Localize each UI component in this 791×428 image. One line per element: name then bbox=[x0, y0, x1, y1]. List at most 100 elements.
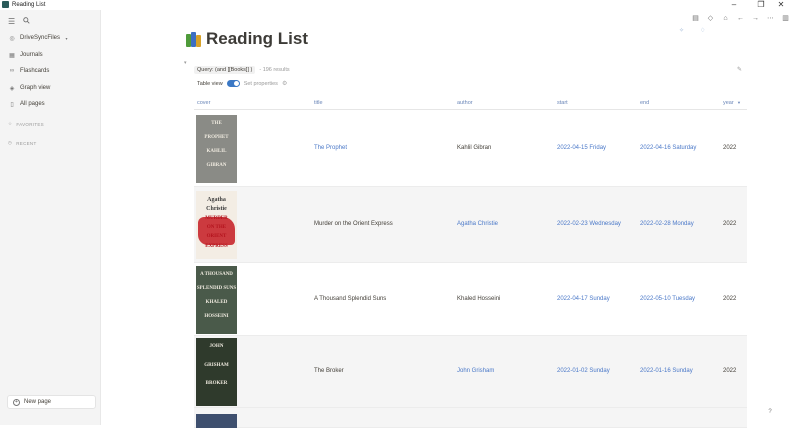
sidebar-item-graph-view[interactable]: ◈ Graph view bbox=[8, 82, 51, 94]
cover-text: GRISHAM bbox=[204, 362, 229, 368]
page-title: Reading List bbox=[186, 28, 308, 50]
table-body: THE PROPHET KAHLIL GIBRAN The Prophet Kahlil … bbox=[194, 110, 747, 428]
new-page-button[interactable]: + New page bbox=[7, 395, 96, 409]
start-date-cell[interactable]: 2022-01-02 Sunday bbox=[557, 368, 610, 374]
book-author-cell[interactable]: John Grisham bbox=[457, 368, 494, 374]
more-icon[interactable]: ⋯ bbox=[765, 13, 776, 25]
table-row: JOHN GRISHAM BROKER The Broker John Grisham 2… bbox=[194, 336, 747, 408]
recent-section[interactable]: ◷ RECENT bbox=[8, 140, 37, 146]
column-header-cover[interactable]: cover bbox=[197, 100, 210, 106]
sidebar-item-flashcards[interactable]: ∞ Flashcards bbox=[8, 65, 49, 77]
book-title-cell: A Thousand Splendid Suns bbox=[314, 296, 387, 302]
book-cover-image[interactable]: JOHN GRISHAM BROKER bbox=[196, 338, 237, 406]
cover-text: Christie bbox=[206, 206, 227, 213]
table-row: Agatha Christie MURDER ON THE ORIENT EXPRESS M… bbox=[194, 187, 747, 263]
start-date-cell[interactable]: 2022-02-23 Wednesday bbox=[557, 221, 621, 227]
window-title: Reading List bbox=[12, 2, 46, 8]
favorites-section[interactable]: ☆ FAVORITES bbox=[8, 121, 44, 127]
column-header-author[interactable]: author bbox=[457, 100, 473, 106]
sidebar-item-label: Graph view bbox=[20, 85, 51, 91]
star-icon: ☆ bbox=[8, 121, 13, 126]
book-cover-image[interactable]: A THOUSAND SPLENDID SUNS KHALED HOSSEINI bbox=[196, 266, 237, 334]
collapse-arrow-icon[interactable]: ▾ bbox=[184, 60, 187, 66]
sidebar-item-all-pages[interactable]: ▯ All pages bbox=[8, 98, 45, 110]
minimize-button[interactable]: – bbox=[726, 0, 742, 10]
books-icon bbox=[186, 31, 202, 47]
cover-art bbox=[198, 217, 235, 245]
table-view-controls: Table view Set properties ⚙ bbox=[197, 79, 287, 88]
sidebar-toolbar: ☰ bbox=[8, 15, 30, 27]
year-cell: 2022 bbox=[723, 145, 737, 151]
query-header: Query: (and [[Books]] ) - 196 results bbox=[194, 64, 290, 75]
arrow-left-icon[interactable]: ← bbox=[735, 13, 746, 25]
table-view-toggle[interactable] bbox=[226, 80, 240, 87]
calendar-icon: ▦ bbox=[9, 52, 15, 59]
home-icon[interactable]: ⌂ bbox=[720, 13, 731, 25]
new-page-label: New page bbox=[24, 399, 52, 405]
cover-text: PROPHET bbox=[204, 135, 229, 140]
clock-icon: ◷ bbox=[8, 140, 13, 145]
sidebar-item-journals[interactable]: ▦ Journals bbox=[8, 49, 43, 61]
app-logo-icon bbox=[2, 1, 9, 8]
cover-text: MURDER bbox=[205, 215, 228, 221]
bookmark-icon[interactable]: ♢ bbox=[700, 27, 705, 34]
end-date-cell[interactable]: 2022-05-10 Tuesday bbox=[640, 296, 695, 302]
plus-icon: + bbox=[13, 398, 20, 406]
book-title-cell[interactable]: The Prophet bbox=[314, 145, 347, 151]
pages-icon: ▯ bbox=[10, 101, 14, 108]
infinity-icon: ∞ bbox=[9, 68, 15, 74]
column-header-start[interactable]: start bbox=[557, 100, 568, 106]
column-header-end[interactable]: end bbox=[640, 100, 649, 106]
end-date-cell[interactable]: 2022-01-16 Sunday bbox=[640, 368, 693, 374]
table-header: cover title author start end year ▼ bbox=[194, 96, 747, 110]
graph-icon: ◈ bbox=[9, 85, 15, 92]
help-icon[interactable]: ? bbox=[765, 407, 775, 417]
column-header-title[interactable]: title bbox=[314, 100, 323, 106]
pin-icon[interactable]: ✧ bbox=[679, 27, 684, 34]
cover-text: HOSSEINI bbox=[204, 314, 229, 319]
end-date-cell[interactable]: 2022-02-28 Monday bbox=[640, 221, 694, 227]
end-date-cell[interactable]: 2022-04-16 Saturday bbox=[640, 145, 696, 151]
cover-text: SPLENDID SUNS bbox=[196, 286, 237, 291]
cover-text: EXPRESS bbox=[205, 243, 228, 249]
cover-text: ON THE bbox=[206, 225, 227, 230]
book-author-cell[interactable]: Agatha Christie bbox=[457, 221, 498, 227]
table-row bbox=[194, 408, 747, 428]
book-author-cell: Khaled Hosseini bbox=[457, 296, 501, 302]
gear-icon[interactable]: ⚙ bbox=[282, 80, 287, 87]
start-date-cell[interactable]: 2022-04-17 Sunday bbox=[557, 296, 610, 302]
cover-text: GIBRAN bbox=[206, 163, 227, 168]
edit-icon[interactable]: ✎ bbox=[737, 66, 742, 73]
search-icon[interactable] bbox=[23, 16, 30, 26]
query-result-count: - 196 results bbox=[259, 66, 290, 73]
maximize-button[interactable]: ❐ bbox=[753, 0, 769, 10]
arrow-right-icon[interactable]: → bbox=[750, 13, 761, 25]
set-properties-link[interactable]: Set properties bbox=[244, 81, 278, 87]
sidebar-item-label: All pages bbox=[20, 101, 45, 107]
database-icon: ◎ bbox=[9, 35, 15, 42]
book-author-cell: Kahlil Gibran bbox=[457, 145, 492, 151]
cover-text: THE bbox=[211, 121, 222, 126]
sort-desc-icon[interactable]: ▼ bbox=[737, 100, 741, 105]
cover-text: A THOUSAND bbox=[200, 272, 233, 277]
table-view-label: Table view bbox=[197, 80, 223, 87]
close-button[interactable]: ✕ bbox=[773, 0, 789, 10]
query-expression[interactable]: Query: (and [[Books]] ) bbox=[194, 65, 256, 74]
table-row: THE PROPHET KAHLIL GIBRAN The Prophet Kahlil … bbox=[194, 110, 747, 187]
book-cover-image[interactable]: THE PROPHET KAHLIL GIBRAN bbox=[196, 115, 237, 183]
column-header-year[interactable]: year bbox=[723, 100, 734, 106]
sidebar-item-label: Flashcards bbox=[20, 68, 50, 74]
workspace-selector[interactable]: ◎ DriveSyncFiles ▾ bbox=[8, 32, 69, 44]
book-cover-image[interactable] bbox=[196, 414, 237, 428]
year-cell: 2022 bbox=[723, 221, 737, 227]
menu-icon[interactable]: ☰ bbox=[8, 17, 15, 26]
book-cover-image[interactable]: Agatha Christie MURDER ON THE ORIENT EXPRESS bbox=[196, 191, 237, 259]
tag-icon[interactable]: ◇ bbox=[705, 13, 716, 25]
recent-label: RECENT bbox=[16, 140, 37, 146]
table-row: A THOUSAND SPLENDID SUNS KHALED HOSSEINI A T… bbox=[194, 263, 747, 336]
note-icon[interactable]: ▤ bbox=[690, 13, 701, 25]
cover-text: KHALED bbox=[205, 300, 228, 305]
window-titlebar: Reading List – ❐ ✕ bbox=[0, 0, 791, 10]
right-sidebar-icon[interactable]: ▥ bbox=[780, 13, 791, 25]
start-date-cell[interactable]: 2022-04-15 Friday bbox=[557, 145, 606, 151]
